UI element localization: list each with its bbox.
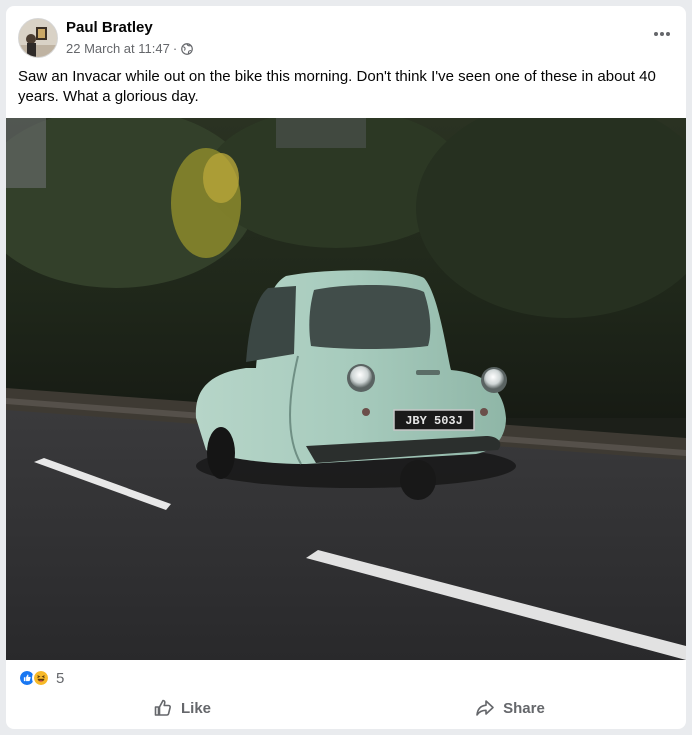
number-plate-text: JBY 503J (405, 414, 463, 428)
post-timestamp[interactable]: 22 March at 11:47 (66, 41, 170, 56)
reactions-summary[interactable]: 5 (18, 668, 64, 688)
author-avatar[interactable] (18, 18, 58, 58)
more-options-icon[interactable] (648, 24, 676, 44)
thumbs-up-icon (154, 699, 171, 716)
reaction-count[interactable]: 5 (56, 670, 64, 687)
post-photo[interactable]: JBY 503J (6, 118, 686, 660)
like-button[interactable]: Like (18, 692, 346, 724)
share-button[interactable]: Share (346, 692, 674, 724)
meta-separator: · (172, 41, 178, 56)
share-label: Share (503, 699, 545, 717)
author-name[interactable]: Paul Bratley (66, 19, 153, 36)
like-label: Like (180, 699, 211, 717)
post-actions: Like Share (18, 692, 674, 724)
post-header: Paul Bratley 22 March at 11:47 · (6, 6, 686, 66)
globe-icon (181, 42, 194, 55)
haha-reaction-icon (32, 669, 50, 687)
post-text: Saw an Invacar while out on the bike thi… (18, 68, 656, 105)
post-card: Paul Bratley 22 March at 11:47 · Saw an … (6, 6, 686, 729)
post-meta: 22 March at 11:47 · (66, 41, 194, 56)
share-arrow-icon (476, 700, 494, 716)
